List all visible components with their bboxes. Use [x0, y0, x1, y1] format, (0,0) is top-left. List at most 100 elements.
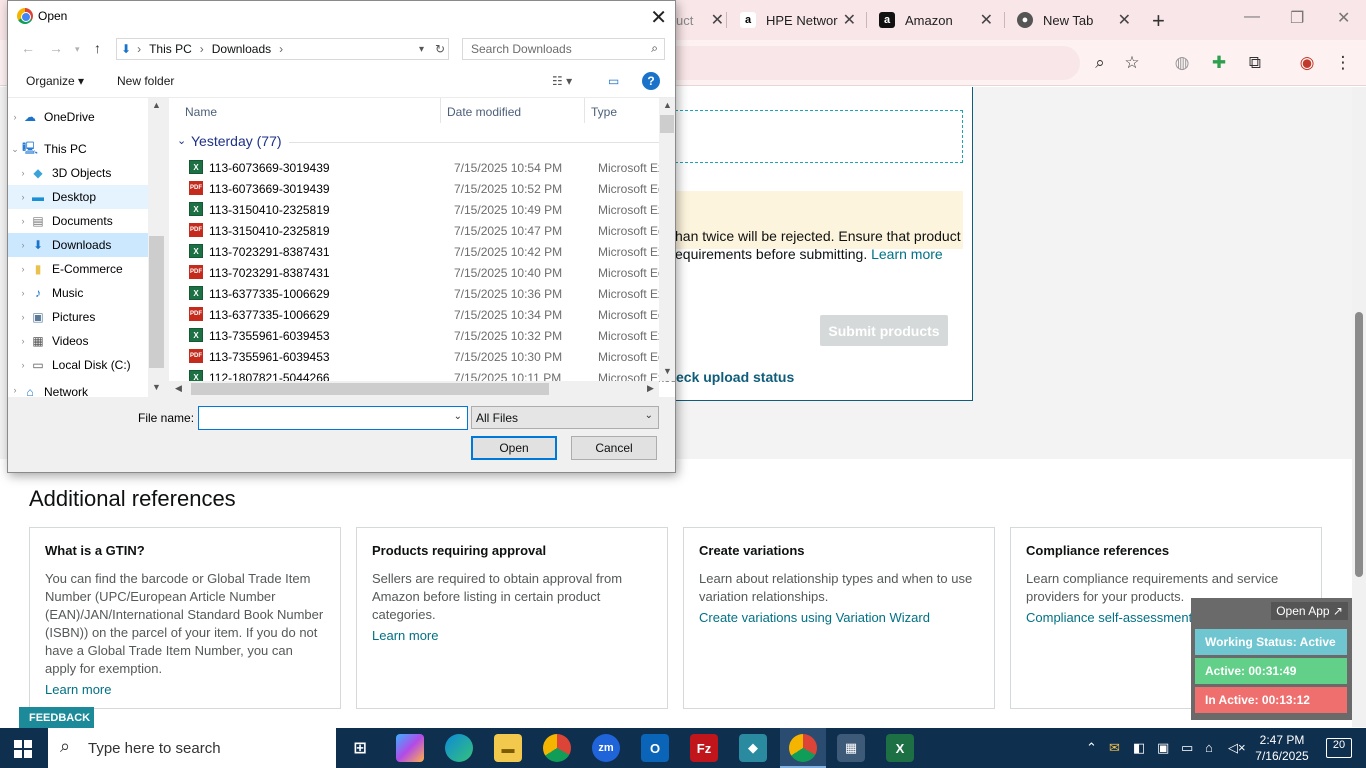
chrome-icon[interactable] — [543, 734, 571, 762]
tab-new-tab[interactable]: ● New Tab ✕ — [1017, 6, 1131, 34]
forward-arrow-icon[interactable]: → — [49, 40, 63, 56]
nav-item-documents[interactable]: › ▤ Documents — [8, 209, 148, 233]
close-icon[interactable]: ✕ — [650, 5, 667, 30]
nav-item-e-commerce[interactable]: › ▮ E-Commerce — [8, 257, 148, 281]
search-input[interactable]: Search Downloads ⌕ — [462, 38, 665, 60]
up-arrow-icon[interactable]: ↑ — [94, 40, 101, 56]
expand-icon[interactable]: › — [16, 192, 30, 202]
copilot-icon[interactable] — [396, 734, 424, 762]
profile-icon[interactable]: ◉ — [1296, 52, 1318, 74]
close-icon[interactable]: ✕ — [1118, 10, 1131, 30]
app-diamond-icon[interactable]: ◆ — [739, 734, 767, 762]
extensions-icon[interactable]: ⧉ — [1244, 52, 1266, 74]
new-tab-icon[interactable]: + — [1152, 8, 1165, 34]
file-row[interactable]: PDF 113-7023291-8387431 7/15/2025 10:40 PM… — [169, 262, 675, 283]
nav-scrollbar[interactable]: ▲ ▼ — [148, 98, 165, 397]
volume-icon[interactable]: ◁× — [1228, 740, 1246, 756]
check-upload-status-link[interactable]: eck upload status — [676, 369, 794, 385]
nav-item-3d-objects[interactable]: › ◆ 3D Objects — [8, 161, 148, 185]
edge-icon[interactable] — [445, 734, 473, 762]
back-arrow-icon[interactable]: ← — [21, 40, 35, 56]
cancel-button[interactable]: Cancel — [571, 436, 657, 460]
file-row[interactable]: PDF 113-6377335-1006629 7/15/2025 10:34 PM… — [169, 304, 675, 325]
new-folder-button[interactable]: New folder — [117, 74, 174, 88]
submit-products-button[interactable]: Submit products — [820, 315, 948, 346]
column-type[interactable]: Type — [585, 98, 659, 123]
tab-partial[interactable]: uct ✕ — [676, 6, 724, 34]
preview-pane-icon[interactable]: ▭ — [608, 74, 619, 88]
close-window-icon[interactable]: ✕ — [1337, 8, 1350, 28]
chrome-icon[interactable] — [789, 734, 817, 762]
close-icon[interactable]: ✕ — [711, 10, 724, 30]
expand-icon[interactable]: › — [16, 264, 30, 274]
menu-icon[interactable]: ⋮ — [1332, 52, 1354, 74]
help-icon[interactable]: ? — [642, 72, 660, 90]
display-icon[interactable]: ▣ — [1157, 740, 1169, 756]
chevron-down-icon[interactable]: ▾ — [419, 44, 424, 55]
zoom-app-icon[interactable]: zm — [592, 734, 620, 762]
mail-icon[interactable]: ✉ — [1109, 740, 1120, 756]
refresh-icon[interactable]: ↻ — [435, 42, 445, 56]
card-link[interactable]: Learn more — [372, 627, 652, 645]
breadcrumb-downloads[interactable]: Downloads — [212, 42, 271, 56]
minimize-icon[interactable]: — — [1244, 8, 1260, 26]
tab-amazon[interactable]: a Amazon ✕ — [879, 6, 993, 34]
nav-item-network[interactable]: › ⌂ Network — [8, 385, 148, 397]
learn-more-link[interactable]: Learn more — [871, 246, 943, 262]
file-explorer-icon[interactable]: ▬ — [494, 734, 522, 762]
view-options-icon[interactable]: ☷ ▾ — [552, 74, 572, 88]
taskbar-search[interactable]: ⌕ Type here to search — [48, 728, 336, 768]
scroll-left-icon[interactable]: ◀ — [175, 383, 182, 394]
expand-icon[interactable]: › — [16, 216, 30, 226]
page-scrollbar[interactable] — [1352, 87, 1366, 727]
feedback-button[interactable]: FEEDBACK ✕ — [19, 707, 105, 728]
nav-item-local-disk[interactable]: › ▭ Local Disk (C:) — [8, 353, 148, 377]
file-row[interactable]: X 113-6073669-3019439 7/15/2025 10:54 PM Mi… — [169, 157, 675, 178]
close-icon[interactable]: ✕ — [980, 10, 993, 30]
notification-center[interactable]: 20 — [1326, 738, 1352, 758]
open-button[interactable]: Open — [471, 436, 557, 460]
file-scrollbar-horizontal[interactable]: ◀ ▶ — [169, 381, 659, 397]
recent-chevron-icon[interactable]: ▾ — [75, 44, 80, 55]
address-bar[interactable] — [660, 46, 1080, 80]
file-scrollbar-vertical[interactable]: ▲ ▼ — [659, 98, 675, 381]
file-row[interactable]: X 113-6377335-1006629 7/15/2025 10:36 PM Mi… — [169, 283, 675, 304]
nav-item-pictures[interactable]: › ▣ Pictures — [8, 305, 148, 329]
nav-item-music[interactable]: › ♪ Music — [8, 281, 148, 305]
network-icon[interactable]: ⌂ — [1205, 740, 1213, 755]
scroll-thumb[interactable] — [191, 383, 549, 395]
file-row[interactable]: X 113-7023291-8387431 7/15/2025 10:42 PM Mi… — [169, 241, 675, 262]
organize-menu[interactable]: Organize ▾ — [26, 74, 84, 88]
nav-item-downloads[interactable]: › ⬇ Downloads — [8, 233, 148, 257]
tray-chevron-icon[interactable]: ⌃ — [1086, 740, 1097, 756]
group-header[interactable]: Yesterday (77) — [191, 133, 282, 149]
scroll-down-icon[interactable]: ▼ — [663, 366, 672, 376]
expand-icon[interactable]: › — [8, 112, 22, 122]
expand-icon[interactable]: ⌄ — [8, 144, 22, 155]
calculator-icon[interactable]: ▦ — [837, 734, 865, 762]
expand-icon[interactable]: › — [16, 312, 30, 322]
filezilla-icon[interactable]: Fz — [690, 734, 718, 762]
expand-icon[interactable]: › — [16, 360, 30, 370]
scroll-down-icon[interactable]: ▼ — [152, 382, 161, 392]
collapse-group-icon[interactable]: ⌄ — [177, 134, 186, 147]
nav-item-videos[interactable]: › ▦ Videos — [8, 329, 148, 353]
restore-icon[interactable]: ❐ — [1290, 8, 1304, 28]
file-row[interactable]: PDF 113-6073669-3019439 7/15/2025 10:52 PM… — [169, 178, 675, 199]
expand-icon[interactable]: › — [8, 385, 22, 395]
outlook-icon[interactable]: O — [641, 734, 669, 762]
zoom-icon[interactable]: ⌕ — [1089, 52, 1111, 74]
card-link[interactable]: Create variations using Variation Wizard — [699, 609, 979, 627]
scroll-thumb[interactable] — [149, 236, 164, 368]
file-name-input[interactable]: ⌄ — [198, 406, 468, 430]
expand-icon[interactable]: › — [16, 240, 30, 250]
expand-icon[interactable]: › — [16, 288, 30, 298]
bookmark-star-icon[interactable]: ☆ — [1121, 52, 1143, 74]
file-row[interactable]: PDF 113-3150410-2325819 7/15/2025 10:47 PM… — [169, 220, 675, 241]
scroll-right-icon[interactable]: ▶ — [647, 383, 654, 394]
file-row[interactable]: PDF 113-7355961-6039453 7/15/2025 10:30 PM… — [169, 346, 675, 367]
globe-icon[interactable]: ◍ — [1171, 52, 1193, 74]
close-icon[interactable]: ✕ — [843, 10, 856, 30]
breadcrumb-this-pc[interactable]: This PC — [149, 42, 192, 56]
column-date-modified[interactable]: Date modified — [441, 98, 585, 123]
